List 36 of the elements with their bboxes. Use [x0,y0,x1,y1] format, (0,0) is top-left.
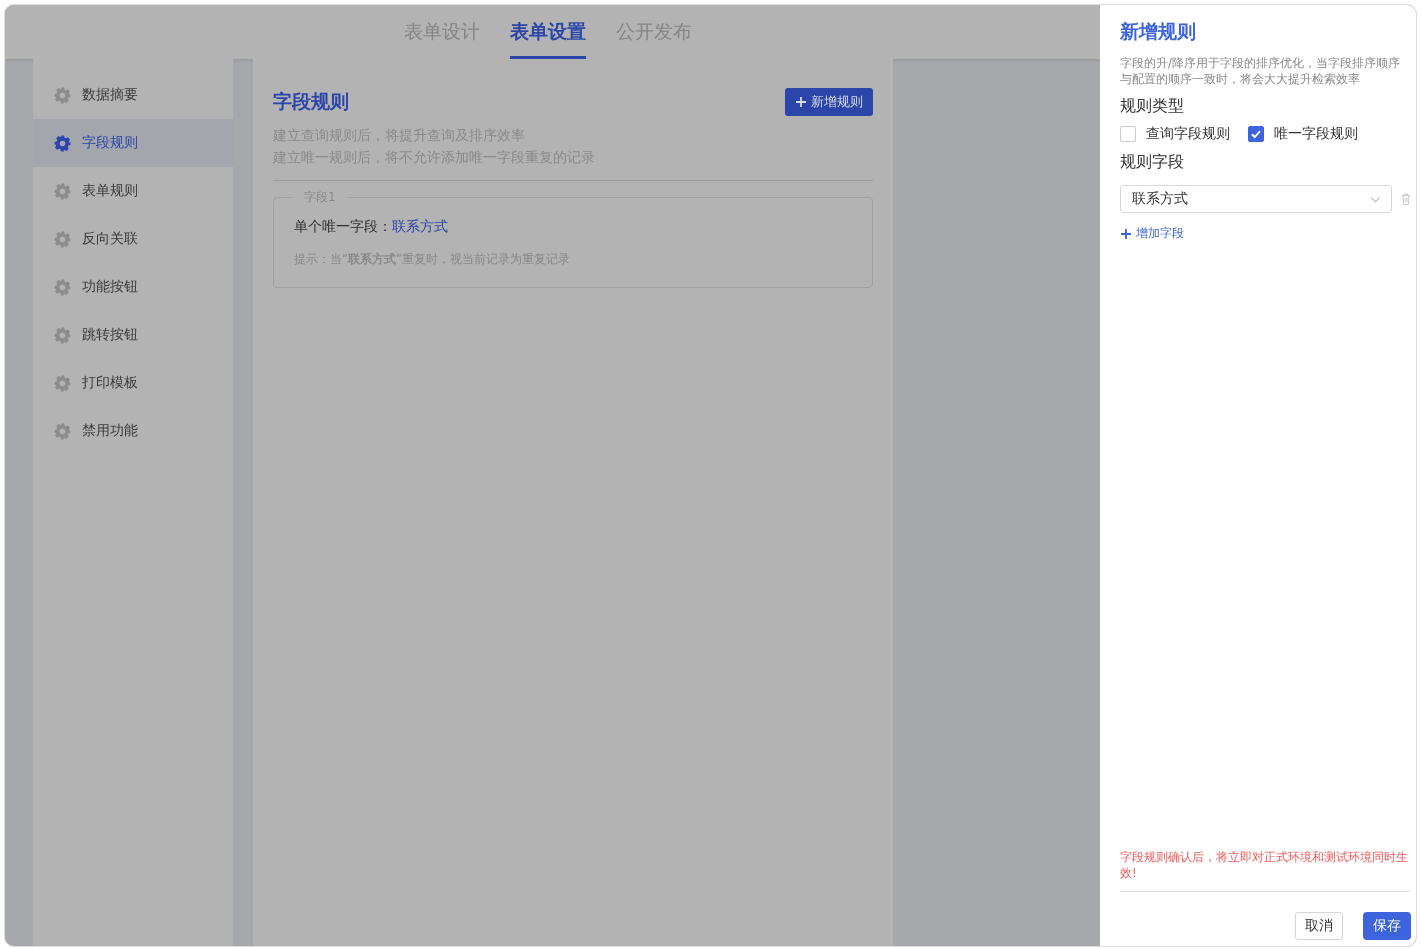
gear-icon [53,421,72,441]
sidebar-item[interactable]: 反向关联 [33,215,233,263]
sidebar-item[interactable]: 数据摘要 [33,71,233,119]
rule-value: 联系方式 [392,218,448,234]
plus-icon [795,96,807,108]
chevron-down-icon [1370,195,1381,203]
drawer-title: 新增规则 [1120,19,1197,44]
save-button[interactable]: 保存 [1363,912,1411,940]
sidebar-item[interactable]: 跳转按钮 [33,311,233,359]
add-rule-button[interactable]: 新增规则 [785,88,873,116]
sidebar-item[interactable]: 表单规则 [33,167,233,215]
sidebar-item[interactable]: 禁用功能 [33,407,233,455]
gear-icon [53,133,72,153]
checkbox[interactable] [1248,126,1264,142]
gear-icon [53,85,72,105]
plus-icon [1120,227,1132,240]
rule-field-label: 规则字段 [1120,152,1185,173]
rule-label: 单个唯一字段： [294,218,392,234]
gear-icon [53,229,72,249]
section-title: 字段规则 [273,89,349,114]
field-select[interactable]: 联系方式 [1120,185,1392,213]
sidebar-item[interactable]: 字段规则 [33,119,233,167]
rule-type-label: 规则类型 [1120,96,1185,117]
add-field-link[interactable]: 增加字段 [1120,225,1184,242]
gear-icon [53,373,72,393]
gear-icon [53,181,72,201]
sidebar-item[interactable]: 打印模板 [33,359,233,407]
gear-icon [53,277,72,297]
checkbox-label: 查询字段规则 [1146,125,1230,143]
cancel-button[interactable]: 取消 [1295,912,1343,940]
trash-icon[interactable] [1401,193,1411,205]
checkbox-label: 唯一字段规则 [1274,125,1358,143]
drawer-description: 字段的升/降序用于字段的排序优化，当字段排序顺序与配置的顺序一致时，将会大大提升检索效率 [1120,55,1401,87]
gear-icon [53,325,72,345]
warning-text: 字段规则确认后，将立即对正式环境和测试环境同时生效! [1120,849,1411,892]
sidebar-item[interactable]: 功能按钮 [33,263,233,311]
